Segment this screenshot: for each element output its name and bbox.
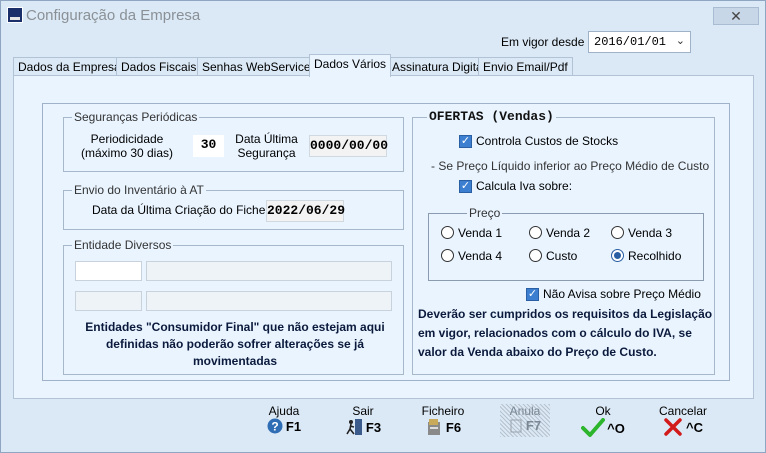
periodicidade-input[interactable]: 30 [193, 135, 224, 157]
ofertas-note-line1: Deverão ser cumpridos os requisitos da L… [418, 307, 713, 321]
cancelar-key: ^C [686, 419, 703, 435]
anula-button[interactable]: Anula F7 [500, 404, 550, 437]
ofertas-group: OFERTAS (Vendas) ✓ Controla Custos de St… [412, 109, 715, 375]
config-window: Configuração da Empresa ✕ Em vigor desde… [0, 0, 766, 453]
ficheiro-key: F6 [445, 419, 462, 435]
cancelar-label: Cancelar [658, 404, 708, 418]
ofertas-note-line2: em vigor, relacionados com o cálculo do … [418, 326, 692, 340]
inventario-title: Envio do Inventário à AT [72, 183, 206, 197]
sair-key: F3 [365, 419, 382, 435]
radio-recolhido-label: Recolhido [628, 249, 682, 263]
cancel-doc-icon [510, 419, 522, 432]
seguranca-group: Seguranças Periódicas Periodicidade (máx… [63, 110, 404, 172]
tab-envio-email[interactable]: Envio Email/Pdf [478, 57, 573, 76]
ajuda-button[interactable]: Ajuda ? F1 [259, 404, 309, 434]
inventario-label: Data da Última Criação do Ficheiro [92, 203, 279, 217]
preco-title: Preço [467, 206, 503, 220]
ofertas-title: OFERTAS (Vendas) [427, 109, 556, 124]
ofertas-note: Deverão ser cumpridos os requisitos da L… [418, 305, 714, 362]
controla-label: Controla Custos de Stocks [476, 134, 619, 148]
sair-button[interactable]: Sair F3 [339, 404, 387, 436]
x-icon [664, 418, 682, 436]
vigor-date-select[interactable]: 2016/01/01 ⌄ [588, 31, 691, 53]
radio-venda-4[interactable] [441, 249, 454, 262]
checkmark-icon [581, 418, 606, 437]
nao-avisa-checkbox[interactable]: ✓ [526, 288, 539, 301]
periodicidade-label-line1: Periodicidade [90, 132, 164, 146]
ficheiro-button[interactable]: Ficheiro F6 [418, 404, 468, 436]
entidade-title: Entidade Diversos [72, 238, 174, 252]
entidade-group: Entidade Diversos Entidades "Consumidor … [63, 238, 404, 375]
radio-venda-3-label: Venda 3 [628, 226, 673, 240]
entidade-note-line3: movimentadas [192, 354, 278, 368]
entidade-code-input-2[interactable] [75, 291, 142, 311]
anula-key: F7 [525, 418, 542, 433]
data-seguranca-field[interactable]: 0000/00/00 [309, 135, 388, 157]
nao-avisa-label: Não Avisa sobre Preço Médio [543, 287, 701, 301]
radio-recolhido[interactable] [611, 249, 624, 262]
ficheiro-label: Ficheiro [421, 404, 465, 418]
radio-venda-1-label: Venda 1 [458, 226, 503, 240]
window-title: Configuração da Empresa [26, 7, 201, 24]
tab-dados-empresa[interactable]: Dados da Empresa [13, 57, 126, 76]
cancelar-button[interactable]: Cancelar ^C [656, 404, 710, 436]
help-icon: ? [267, 418, 283, 434]
ajuda-label: Ajuda [268, 404, 300, 418]
ajuda-key: F1 [285, 418, 302, 434]
tab-content: Seguranças Periódicas Periodicidade (máx… [13, 75, 754, 399]
anula-label: Anula [509, 404, 541, 418]
entidade-name-input-2[interactable] [146, 291, 392, 311]
controla-checkbox[interactable]: ✓ [459, 135, 472, 148]
data-seguranca-label-line2: Segurança [237, 146, 296, 160]
radio-venda-2[interactable] [529, 226, 542, 239]
data-seguranca-label-line1: Data Última [235, 132, 298, 146]
radio-venda-1[interactable] [441, 226, 454, 239]
preco-rule-text: - Se Preço Líquido inferior ao Preço Méd… [431, 159, 710, 173]
app-icon [7, 7, 23, 23]
calcula-iva-checkbox[interactable]: ✓ [459, 180, 472, 193]
entidade-note: Entidades "Consumidor Final" que não est… [70, 319, 400, 370]
radio-venda-2-label: Venda 2 [546, 226, 591, 240]
tab-dados-fiscais[interactable]: Dados Fiscais [116, 57, 202, 76]
entidade-note-line1: Entidades "Consumidor Final" que não est… [85, 320, 385, 334]
ok-label: Ok [595, 404, 611, 418]
radio-venda-3[interactable] [611, 226, 624, 239]
tab-senhas-webservices[interactable]: Senhas WebServices [197, 57, 322, 76]
settings-panel: Seguranças Periódicas Periodicidade (máx… [42, 103, 730, 381]
radio-venda-4-label: Venda 4 [458, 249, 503, 263]
seguranca-title: Seguranças Periódicas [72, 110, 200, 124]
calcula-iva-label: Calcula Iva sobre: [476, 179, 573, 193]
radio-custo[interactable] [529, 249, 542, 262]
svg-text:?: ? [271, 420, 278, 434]
close-button[interactable]: ✕ [713, 7, 759, 25]
ok-key: ^O [607, 420, 625, 436]
file-icon [427, 419, 440, 435]
vigor-label: Em vigor desde : [501, 35, 592, 49]
periodicidade-label-line2: (máximo 30 dias) [80, 146, 174, 160]
exit-icon [346, 419, 362, 435]
data-seguranca-label: Data Última Segurança [229, 132, 304, 160]
radio-custo-label: Custo [546, 249, 578, 263]
vigor-date-value: 2016/01/01 [594, 35, 667, 49]
preco-group: Preço Venda 1 Venda 2 Venda 3 Venda 4 Cu… [428, 206, 704, 281]
ofertas-note-line3: valor da Venda abaixo do Preço de Custo. [418, 345, 657, 359]
entidade-note-line2: definidas não poderão sofrer alterações … [105, 337, 365, 351]
sair-label: Sair [352, 404, 374, 418]
tab-dados-varios[interactable]: Dados Vários [309, 54, 392, 77]
periodicidade-label: Periodicidade (máximo 30 dias) [68, 132, 186, 160]
chevron-down-icon: ⌄ [675, 34, 685, 47]
ok-button[interactable]: Ok ^O [577, 404, 629, 438]
inventario-group: Envio do Inventário à AT Data da Última … [63, 183, 404, 230]
title-bar: Configuração da Empresa ✕ [1, 1, 765, 31]
entidade-name-input[interactable] [146, 261, 392, 281]
inventario-date-field[interactable]: 2022/06/29 [266, 200, 345, 222]
tab-assinatura-digital[interactable]: Assinatura Digital [387, 57, 491, 76]
entidade-code-input[interactable] [75, 261, 142, 281]
